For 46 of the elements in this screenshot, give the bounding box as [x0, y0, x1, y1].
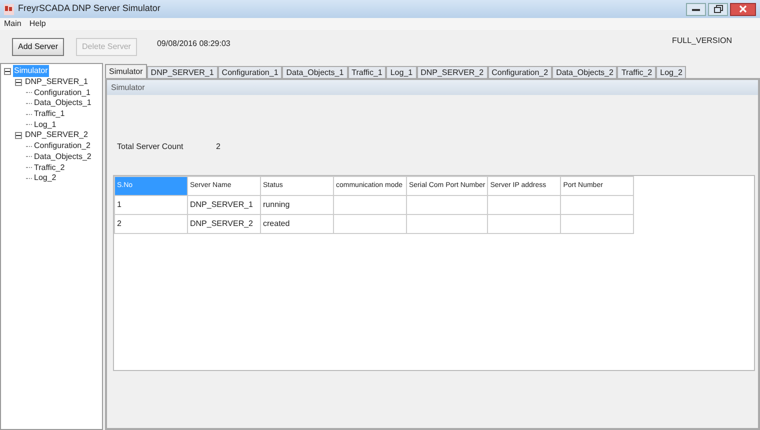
tab[interactable]: Configuration_2: [488, 66, 552, 78]
tree-item[interactable]: Data_Objects_1: [33, 97, 92, 110]
version-label: FULL_VERSION: [672, 35, 732, 47]
tab[interactable]: Log_2: [656, 66, 686, 78]
tab[interactable]: DNP_SERVER_1: [146, 66, 218, 78]
tab[interactable]: Data_Objects_1: [282, 66, 348, 78]
table-cell: 2: [114, 214, 188, 234]
tree-item[interactable]: Log_2: [33, 172, 58, 184]
minimize-icon: [692, 8, 700, 10]
tab[interactable]: DNP_SERVER_2: [416, 66, 488, 78]
tree-item[interactable]: Configuration_1: [33, 86, 92, 99]
table-cell: created: [260, 214, 334, 234]
table-cell: DNP_SERVER_1: [188, 196, 260, 214]
tab[interactable]: Configuration_1: [218, 66, 282, 78]
toolbar-button[interactable]: Add Server: [12, 38, 64, 56]
tab[interactable]: Data_Objects_2: [552, 66, 618, 78]
table-cell: running: [260, 196, 334, 214]
tab[interactable]: Log_1: [386, 66, 417, 78]
tree-item[interactable]: Traffic_2: [33, 162, 66, 174]
expander-icon[interactable]: [15, 132, 22, 139]
minimize-button[interactable]: [686, 2, 706, 16]
close-button[interactable]: [730, 2, 756, 16]
tree-item[interactable]: Data_Objects_2: [33, 150, 92, 163]
restore-button[interactable]: [708, 2, 728, 16]
tab[interactable]: Traffic_2: [617, 66, 656, 78]
app-icon: [4, 4, 14, 14]
panel-title: Simulator: [107, 80, 758, 95]
window-title: FreyrSCADA DNP Server Simulator: [18, 2, 160, 16]
tab[interactable]: Traffic_1: [348, 66, 386, 78]
timestamp: 09/08/2016 08:29:03: [156, 38, 230, 50]
table-cell: 1: [114, 196, 188, 214]
expander-icon[interactable]: [15, 78, 22, 86]
tree-item[interactable]: Traffic_1: [33, 108, 66, 120]
close-icon: [739, 5, 747, 13]
tree-item[interactable]: DNP_SERVER_1: [24, 76, 89, 88]
count-label: Total Server Count: [117, 141, 184, 153]
tree-item[interactable]: Log_1: [33, 118, 58, 131]
tree-item[interactable]: Configuration_2: [33, 140, 92, 152]
menu-item[interactable]: Main: [4, 18, 22, 30]
menu-item[interactable]: Help: [29, 18, 46, 30]
restore-icon: [714, 5, 722, 13]
table-cell: DNP_SERVER_2: [188, 214, 260, 234]
expander-icon[interactable]: [4, 68, 11, 75]
tab[interactable]: Simulator: [105, 64, 147, 78]
tree-item[interactable]: DNP_SERVER_2: [24, 129, 89, 142]
count-value: 2: [216, 141, 220, 153]
